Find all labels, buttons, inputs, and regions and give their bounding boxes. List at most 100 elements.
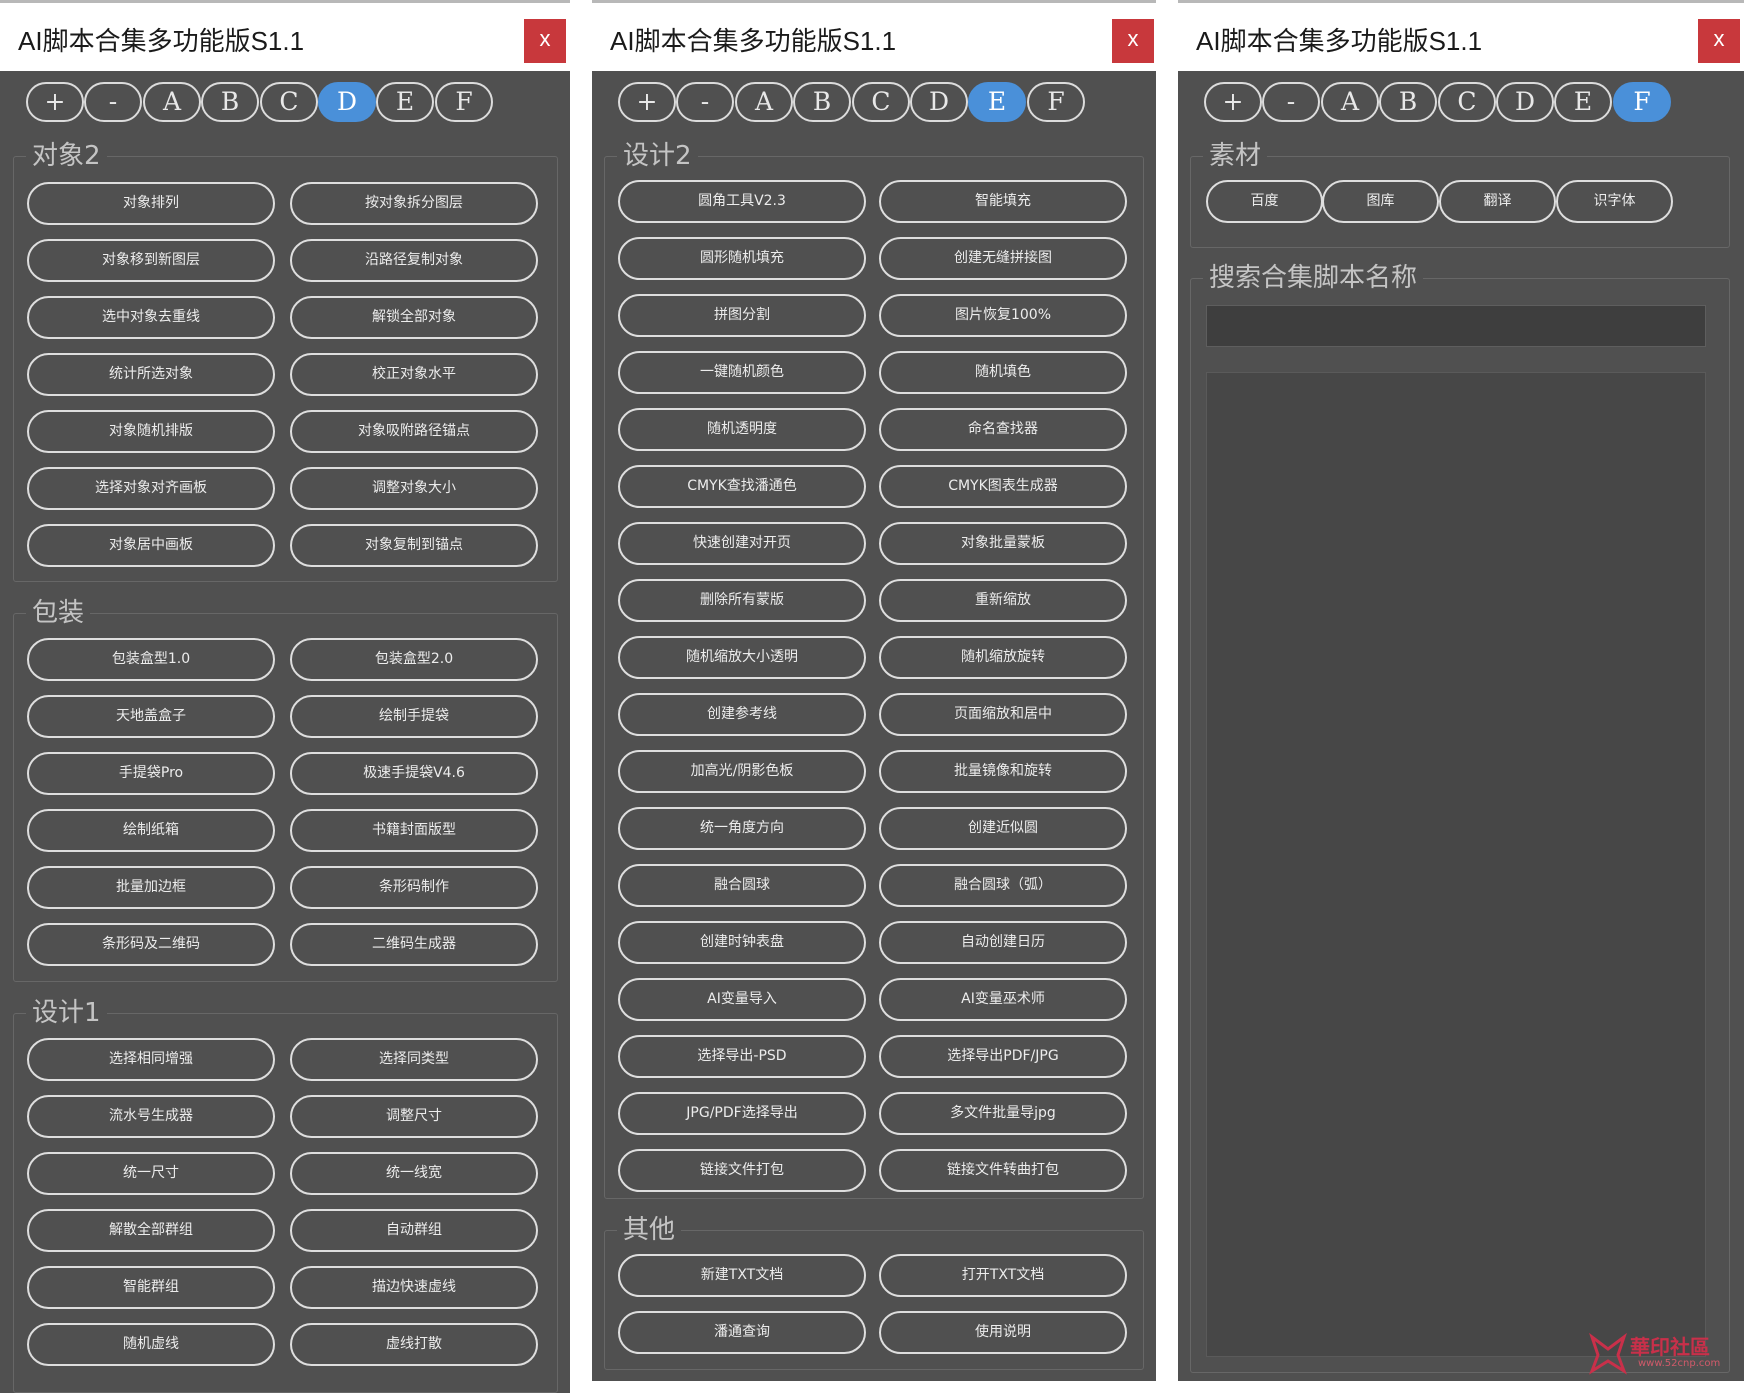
script-results-list[interactable] <box>1206 372 1706 1357</box>
script-button[interactable]: 随机缩放大小透明 <box>618 636 866 679</box>
script-button[interactable]: 统一尺寸 <box>27 1152 275 1195</box>
script-button[interactable]: 天地盖盒子 <box>27 695 275 738</box>
script-button[interactable]: 对象随机排版 <box>27 410 275 453</box>
tab-f[interactable]: F <box>1027 82 1085 122</box>
script-button[interactable]: 打开TXT文档 <box>879 1254 1127 1297</box>
tab-e[interactable]: E <box>1554 82 1612 122</box>
script-button[interactable]: JPG/PDF选择导出 <box>618 1092 866 1135</box>
tab-b[interactable]: B <box>201 82 259 122</box>
script-button[interactable]: 潘通查询 <box>618 1311 866 1354</box>
tab-e[interactable]: E <box>968 82 1026 122</box>
script-button[interactable]: 随机透明度 <box>618 408 866 451</box>
script-button[interactable]: 选择导出-PSD <box>618 1035 866 1078</box>
script-button[interactable]: 重新缩放 <box>879 579 1127 622</box>
script-button[interactable]: 拼图分割 <box>618 294 866 337</box>
close-button[interactable]: x <box>1698 19 1740 63</box>
script-button[interactable]: 选择相同增强 <box>27 1038 275 1081</box>
script-button[interactable]: 对象移到新图层 <box>27 239 275 282</box>
script-button[interactable]: 链接文件打包 <box>618 1149 866 1192</box>
script-button[interactable]: 使用说明 <box>879 1311 1127 1354</box>
tab-f[interactable]: F <box>1613 82 1671 122</box>
script-button[interactable]: 手提袋Pro <box>27 752 275 795</box>
tab-f[interactable]: F <box>435 82 493 122</box>
script-button[interactable]: 一键随机颜色 <box>618 351 866 394</box>
tab-a[interactable]: A <box>1321 82 1379 122</box>
script-button[interactable]: 统一角度方向 <box>618 807 866 850</box>
script-button[interactable]: AI变量巫术师 <box>879 978 1127 1021</box>
script-button[interactable]: 调整尺寸 <box>290 1095 538 1138</box>
tab-d[interactable]: D <box>1496 82 1554 122</box>
script-button[interactable]: 选择对象对齐画板 <box>27 467 275 510</box>
script-button[interactable]: 对象复制到锚点 <box>290 524 538 567</box>
search-input[interactable] <box>1206 305 1706 347</box>
script-button[interactable]: 统计所选对象 <box>27 353 275 396</box>
script-button[interactable]: CMYK查找潘通色 <box>618 465 866 508</box>
script-button[interactable]: 极速手提袋V4.6 <box>290 752 538 795</box>
script-button[interactable]: 创建近似圆 <box>879 807 1127 850</box>
script-button[interactable]: 融合圆球（弧） <box>879 864 1127 907</box>
script-button[interactable]: 条形码制作 <box>290 866 538 909</box>
script-button[interactable]: 对象批量蒙板 <box>879 522 1127 565</box>
material-button[interactable]: 图库 <box>1322 180 1439 223</box>
script-button[interactable]: 流水号生成器 <box>27 1095 275 1138</box>
script-button[interactable]: CMYK图表生成器 <box>879 465 1127 508</box>
tab-minus[interactable]: - <box>676 82 734 122</box>
script-button[interactable]: 统一线宽 <box>290 1152 538 1195</box>
script-button[interactable]: 链接文件转曲打包 <box>879 1149 1127 1192</box>
script-button[interactable]: 对象排列 <box>27 182 275 225</box>
tab-d[interactable]: D <box>318 82 376 122</box>
script-button[interactable]: 对象吸附路径锚点 <box>290 410 538 453</box>
tab-a[interactable]: A <box>735 82 793 122</box>
tab-a[interactable]: A <box>143 82 201 122</box>
tab-minus[interactable]: - <box>1262 82 1320 122</box>
tab-plus[interactable]: + <box>1204 82 1262 122</box>
script-button[interactable]: 解锁全部对象 <box>290 296 538 339</box>
tab-plus[interactable]: + <box>26 82 84 122</box>
material-button[interactable]: 翻译 <box>1439 180 1556 223</box>
tab-minus[interactable]: - <box>84 82 142 122</box>
script-button[interactable]: 加高光/阴影色板 <box>618 750 866 793</box>
tab-c[interactable]: C <box>260 82 318 122</box>
tab-plus[interactable]: + <box>618 82 676 122</box>
script-button[interactable]: 书籍封面版型 <box>290 809 538 852</box>
script-button[interactable]: 绘制纸箱 <box>27 809 275 852</box>
script-button[interactable]: 圆角工具V2.3 <box>618 180 866 223</box>
script-button[interactable]: 随机填色 <box>879 351 1127 394</box>
script-button[interactable]: 自动创建日历 <box>879 921 1127 964</box>
script-button[interactable]: 创建无缝拼接图 <box>879 237 1127 280</box>
script-button[interactable]: 选择导出PDF/JPG <box>879 1035 1127 1078</box>
script-button[interactable]: 包装盒型1.0 <box>27 638 275 681</box>
script-button[interactable]: 批量加边框 <box>27 866 275 909</box>
script-button[interactable]: 快速创建对开页 <box>618 522 866 565</box>
script-button[interactable]: 命名查找器 <box>879 408 1127 451</box>
script-button[interactable]: 包装盒型2.0 <box>290 638 538 681</box>
tab-c[interactable]: C <box>1438 82 1496 122</box>
script-button[interactable]: 调整对象大小 <box>290 467 538 510</box>
script-button[interactable]: 自动群组 <box>290 1209 538 1252</box>
script-button[interactable]: 新建TXT文档 <box>618 1254 866 1297</box>
script-button[interactable]: 删除所有蒙版 <box>618 579 866 622</box>
script-button[interactable]: 页面缩放和居中 <box>879 693 1127 736</box>
script-button[interactable]: 随机缩放旋转 <box>879 636 1127 679</box>
script-button[interactable]: 随机虚线 <box>27 1323 275 1366</box>
script-button[interactable]: 描边快速虚线 <box>290 1266 538 1309</box>
tab-b[interactable]: B <box>793 82 851 122</box>
script-button[interactable]: 融合圆球 <box>618 864 866 907</box>
script-button[interactable]: 智能群组 <box>27 1266 275 1309</box>
close-button[interactable]: x <box>524 19 566 63</box>
material-button[interactable]: 百度 <box>1206 180 1323 223</box>
script-button[interactable]: 选中对象去重线 <box>27 296 275 339</box>
script-button[interactable]: 批量镜像和旋转 <box>879 750 1127 793</box>
tab-d[interactable]: D <box>910 82 968 122</box>
script-button[interactable]: 沿路径复制对象 <box>290 239 538 282</box>
close-button[interactable]: x <box>1112 19 1154 63</box>
script-button[interactable]: AI变量导入 <box>618 978 866 1021</box>
script-button[interactable]: 虚线打散 <box>290 1323 538 1366</box>
script-button[interactable]: 图片恢复100% <box>879 294 1127 337</box>
script-button[interactable]: 解散全部群组 <box>27 1209 275 1252</box>
script-button[interactable]: 创建参考线 <box>618 693 866 736</box>
script-button[interactable]: 创建时钟表盘 <box>618 921 866 964</box>
script-button[interactable]: 绘制手提袋 <box>290 695 538 738</box>
tab-c[interactable]: C <box>852 82 910 122</box>
script-button[interactable]: 二维码生成器 <box>290 923 538 966</box>
